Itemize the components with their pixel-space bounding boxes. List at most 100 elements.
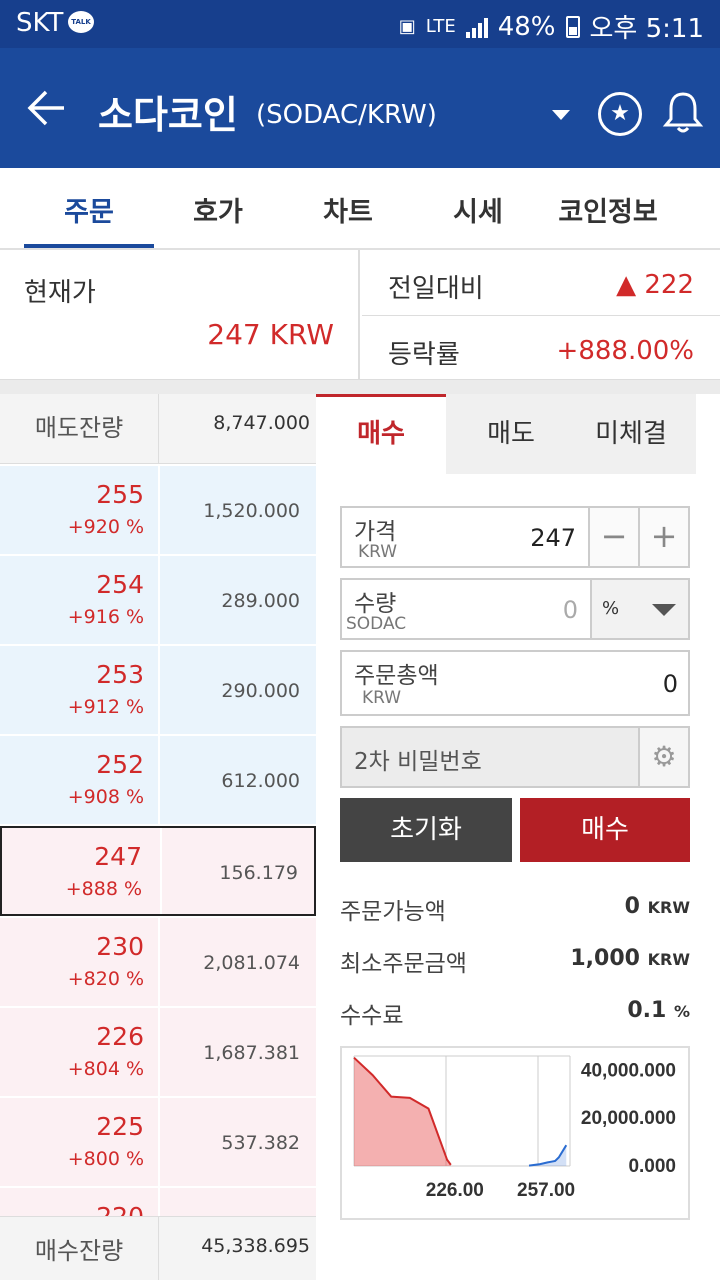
divider — [158, 1008, 160, 1096]
depth-chart-svg: 40,000.000 20,000.000 0.000 226.00 257.00 — [353, 1055, 676, 1201]
price-field: 가격 KRW 247 − + — [340, 506, 690, 568]
row-qty: 156.179 — [219, 862, 298, 884]
tab-sell[interactable]: 매도 — [446, 394, 576, 474]
divider — [158, 918, 160, 1006]
carrier-label: SKT — [16, 8, 64, 38]
current-price-box: 현재가 247 KRW — [0, 250, 360, 380]
row-percent: +920 % — [67, 516, 144, 538]
battery-icon — [565, 15, 580, 38]
y-tick-label: 0.000 — [628, 1156, 676, 1177]
orderbook-row[interactable]: 252 +908 % 612.000 — [0, 736, 316, 826]
active-tab-indicator — [24, 244, 154, 248]
divider — [158, 556, 160, 644]
order-total-value: 0 — [662, 670, 678, 698]
favorite-star-icon[interactable]: ★ — [598, 92, 642, 136]
min-order-row: 최소주문금액 1,000 KRW — [340, 940, 690, 980]
tab-orderbook[interactable]: 호가 — [153, 190, 283, 229]
bid-total-row: 매수잔량 45,338.695 — [0, 1216, 316, 1280]
row-price: 254 — [96, 570, 144, 599]
tab-unfilled[interactable]: 미체결 — [566, 394, 696, 474]
ask-total-label: 매도잔량 — [34, 414, 124, 442]
divider — [158, 394, 159, 464]
price-decrease-button[interactable]: − — [588, 508, 638, 566]
info-key: 수수료 — [340, 1003, 404, 1029]
row-qty: 612.000 — [221, 770, 300, 792]
notification-icon: ▣ — [398, 16, 416, 37]
orderbook-row-current[interactable]: 247 +888 % 156.179 — [0, 826, 316, 916]
chevron-down-icon — [652, 604, 676, 616]
price-input[interactable]: 247 — [530, 524, 576, 552]
orderbook-row[interactable]: 230 +820 % 2,081.074 — [0, 918, 316, 1008]
y-tick-label: 40,000.000 — [581, 1060, 676, 1081]
orderbook-row[interactable]: 226 +804 % 1,687.381 — [0, 1008, 316, 1098]
order-total-unit: KRW — [362, 688, 402, 708]
row-percent: +912 % — [67, 696, 144, 718]
divider — [0, 380, 720, 394]
divider — [158, 1217, 159, 1280]
rate-row: 등락률 +888.00% — [362, 315, 720, 380]
second-password-input[interactable]: 2차 비밀번호 ⚙ — [340, 726, 690, 788]
change-value: ▲ 222 — [616, 270, 694, 300]
orderbook-row[interactable]: 253 +912 % 290.000 — [0, 646, 316, 736]
row-qty: 537.382 — [221, 1132, 300, 1154]
divider — [158, 466, 160, 554]
quantity-unit: SODAC — [346, 614, 407, 634]
status-bar: SKT TALK ▣ LTE 48% 오후 5:11 — [0, 0, 720, 48]
row-percent: +800 % — [67, 1148, 144, 1170]
coin-dropdown-icon[interactable] — [552, 110, 570, 120]
info-key: 최소주문금액 — [340, 951, 467, 977]
password-placeholder: 2차 비밀번호 — [354, 749, 482, 775]
y-tick-label: 20,000.000 — [581, 1108, 676, 1129]
row-price: 230 — [96, 932, 144, 961]
tab-coin-info[interactable]: 코인정보 — [543, 190, 673, 229]
current-price-label: 현재가 — [24, 278, 96, 308]
bell-icon[interactable] — [662, 88, 704, 136]
reset-button[interactable]: 초기화 — [340, 798, 512, 862]
divider — [160, 828, 162, 914]
tab-market[interactable]: 시세 — [413, 190, 543, 229]
quantity-input[interactable]: 0 — [563, 596, 578, 624]
row-percent: +804 % — [67, 1058, 144, 1080]
main-tabs: 주문 호가 차트 시세 코인정보 — [0, 168, 720, 250]
buy-button[interactable]: 매수 — [520, 798, 690, 862]
divider — [158, 736, 160, 824]
tab-buy[interactable]: 매수 — [316, 394, 446, 474]
bid-total-value: 45,338.695 — [201, 1235, 310, 1257]
rate-value: +888.00% — [556, 336, 694, 366]
bid-total-label: 매수잔량 — [34, 1237, 124, 1265]
row-qty: 290.000 — [221, 680, 300, 702]
row-percent: +820 % — [67, 968, 144, 990]
orderbook-row[interactable]: 255 +920 % 1,520.000 — [0, 466, 316, 556]
gear-icon[interactable]: ⚙ — [638, 728, 688, 786]
info-key: 주문가능액 — [340, 899, 446, 925]
clock: 오후 5:11 — [589, 14, 705, 44]
back-arrow-icon[interactable] — [24, 86, 72, 130]
percent-select-value: % — [602, 598, 620, 619]
orderbook-row[interactable]: 225 +800 % 537.382 — [0, 1098, 316, 1188]
divider — [158, 1098, 160, 1186]
row-price: 226 — [96, 1022, 144, 1051]
price-increase-button[interactable]: + — [638, 508, 688, 566]
percent-select[interactable]: % — [590, 580, 688, 638]
fee-row: 수수료 0.1 % — [340, 992, 690, 1032]
change-label: 전일대비 — [388, 274, 484, 304]
row-price: 255 — [96, 480, 144, 509]
x-tick-label: 226.00 — [426, 1180, 484, 1201]
tab-chart[interactable]: 차트 — [283, 190, 413, 229]
row-price: 253 — [96, 660, 144, 689]
row-percent: +908 % — [67, 786, 144, 808]
info-value: 0.1 % — [627, 998, 690, 1023]
info-value: 1,000 KRW — [570, 946, 690, 971]
bid-depth-area — [354, 1057, 451, 1166]
tab-order[interactable]: 주문 — [24, 190, 154, 229]
order-total-label: 주문총액 — [354, 663, 439, 689]
quantity-field: 수량 SODAC 0 % — [340, 578, 690, 640]
pair-label: (SODAC/KRW) — [256, 100, 437, 130]
ask-total-value: 8,747.000 — [213, 412, 310, 434]
orderbook-row[interactable]: 254 +916 % 289.000 — [0, 556, 316, 646]
row-percent: +916 % — [67, 606, 144, 628]
order-total-field: 주문총액 KRW 0 — [340, 650, 690, 716]
divider — [158, 646, 160, 734]
orderbook: 매도잔량 8,747.000 255 +920 % 1,520.000 254 … — [0, 394, 316, 1280]
current-price-value: 247 KRW — [207, 318, 334, 351]
